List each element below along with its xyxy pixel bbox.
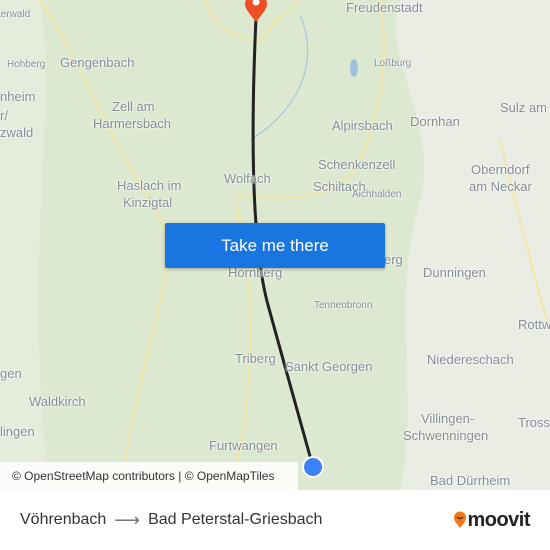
map-label: Wolfach [224, 171, 271, 186]
map-label: Tennenbronn [314, 300, 373, 311]
map-attribution[interactable]: © OpenStreetMap contributors | © OpenMap… [0, 462, 298, 490]
map-label: Sulz am [500, 100, 547, 115]
map-label: erg [384, 252, 403, 267]
map-label: Triberg [235, 351, 276, 366]
map-label: Bad Dürrheim [430, 473, 511, 488]
map-label: lingen [0, 424, 35, 439]
map-label: Tross [518, 415, 550, 430]
map-label: Harmersbach [93, 116, 172, 131]
map-label: Rottw [518, 317, 550, 332]
map-label: Schenkenzell [318, 157, 396, 172]
arrow-right-icon: ⟶ [114, 509, 141, 530]
footer: Vöhrenbach ⟶ Bad Peterstal-Griesbach moo… [0, 490, 550, 550]
map-label: Sankt Georgen [285, 359, 373, 374]
map-label: Haslach im [117, 178, 182, 193]
map-label: Schwenningen [403, 428, 489, 443]
map-label: r/ [0, 108, 8, 123]
map-label: terwald [0, 9, 31, 20]
moovit-logo: moovit [453, 509, 530, 532]
moovit-wordmark: moovit [467, 508, 530, 531]
map-label: Dornhan [410, 114, 460, 129]
map-label: Freudenstadt [346, 0, 423, 15]
map-label: Dunningen [423, 265, 486, 280]
map-label: gen [0, 366, 22, 381]
map-label: Gengenbach [60, 55, 135, 70]
map-label: zwald [0, 125, 34, 140]
map-label: Zell am [112, 99, 155, 114]
map-label: nheim [0, 89, 36, 104]
map-label: Niedereschach [427, 352, 514, 367]
take-me-there-button[interactable]: Take me there [165, 223, 385, 268]
map-label: Waldkirch [29, 394, 86, 409]
destination-name: Bad Peterstal-Griesbach [148, 511, 323, 528]
map-label: Alpirsbach [332, 118, 393, 133]
origin-name: Vöhrenbach [20, 511, 107, 528]
origin-marker-icon[interactable] [302, 456, 324, 478]
map-label: Loßburg [374, 58, 412, 69]
map-label: Aichhalden [352, 189, 402, 200]
map-label: Kinzigtal [123, 195, 173, 210]
map-label: Furtwangen [209, 438, 278, 453]
map-label: am Neckar [469, 179, 532, 194]
map-label: Villingen- [421, 411, 475, 426]
moovit-pin-icon [454, 511, 467, 528]
route-summary: Vöhrenbach ⟶ Bad Peterstal-Griesbach [20, 510, 322, 531]
map-label: Hohberg [7, 59, 46, 70]
map-label: Oberndorf [471, 162, 530, 177]
destination-pin-icon[interactable] [243, 0, 269, 24]
map[interactable]: Freudenstadt terwald Hohberg Gengenbach … [0, 0, 550, 490]
